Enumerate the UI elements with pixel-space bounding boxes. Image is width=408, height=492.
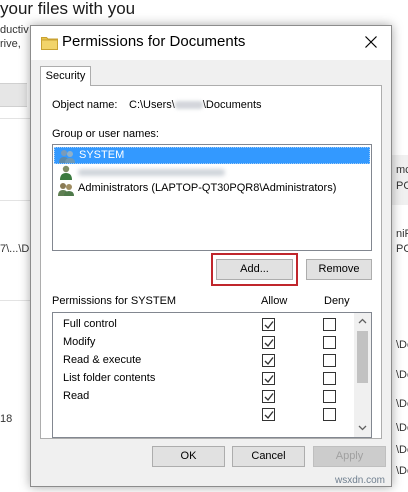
- allow-checkbox[interactable]: [262, 372, 275, 385]
- permission-row: Read: [53, 388, 353, 406]
- add-button[interactable]: Add...: [216, 259, 293, 280]
- cancel-button[interactable]: Cancel: [232, 446, 305, 467]
- scrollbar-thumb[interactable]: [357, 331, 368, 383]
- list-item-administrators[interactable]: Administrators (LAPTOP-QT30PQR8\Administ…: [54, 181, 370, 198]
- watermark: wsxdn.com: [335, 475, 386, 486]
- allow-checkbox[interactable]: [262, 408, 275, 421]
- redacted-user-name: [78, 169, 225, 176]
- background-text: 7\...\D: [0, 243, 30, 255]
- background-text: \De: [396, 444, 408, 456]
- close-icon: [365, 36, 377, 48]
- ok-button[interactable]: OK: [152, 446, 225, 467]
- scroll-down-icon[interactable]: [358, 423, 367, 432]
- permission-row: Modify: [53, 334, 353, 352]
- permission-name: Read: [63, 390, 90, 402]
- user-icon: [60, 165, 72, 180]
- users-icon: [58, 183, 74, 196]
- checkmark-icon: [264, 375, 274, 384]
- checkmark-icon: [264, 357, 274, 366]
- permissions-list[interactable]: Full control Modify Read & execute List …: [52, 312, 372, 438]
- background-text: PC: [396, 243, 408, 255]
- permissions-dialog: Permissions for Documents Security Objec…: [30, 25, 392, 487]
- group-label: Group or user names:: [52, 128, 159, 140]
- permission-name: Read & execute: [63, 354, 142, 366]
- checkmark-icon: [264, 321, 274, 330]
- permission-name: List folder contents: [63, 372, 156, 384]
- background-toolbar: [0, 83, 27, 107]
- deny-checkbox[interactable]: [323, 336, 336, 349]
- background-text: ductiv: [0, 24, 29, 36]
- object-name-label: Object name:: [52, 99, 118, 111]
- folder-icon: [41, 37, 58, 50]
- permission-name: Modify: [63, 336, 96, 348]
- allow-checkbox[interactable]: [262, 336, 275, 349]
- checkmark-icon: [264, 339, 274, 348]
- permission-row: List folder contents: [53, 370, 353, 388]
- permission-name: Full control: [63, 318, 117, 330]
- allow-checkbox[interactable]: [262, 354, 275, 367]
- user-name: SYSTEM: [79, 149, 125, 161]
- deny-header: Deny: [324, 295, 350, 307]
- object-name-value: C:\Users\ \Documents: [129, 99, 262, 111]
- apply-button[interactable]: Apply: [313, 446, 386, 467]
- redacted-username: [174, 101, 203, 110]
- deny-checkbox[interactable]: [323, 390, 336, 403]
- deny-checkbox[interactable]: [323, 354, 336, 367]
- scroll-up-icon[interactable]: [358, 317, 367, 326]
- tab-security[interactable]: Security: [40, 66, 91, 86]
- deny-checkbox[interactable]: [323, 318, 336, 331]
- deny-checkbox[interactable]: [323, 408, 336, 421]
- close-button[interactable]: [351, 26, 391, 59]
- background-text: rive,: [0, 38, 21, 50]
- background-text: mc: [396, 164, 408, 176]
- permission-row-partial: [53, 406, 353, 424]
- background-text: \De: [396, 422, 408, 434]
- background-text: \De: [396, 369, 408, 381]
- background-text: niP: [396, 228, 408, 240]
- users-icon: [59, 150, 75, 163]
- permissions-scrollbar[interactable]: [354, 313, 371, 437]
- allow-header: Allow: [261, 295, 288, 307]
- title-bar[interactable]: Permissions for Documents: [31, 26, 391, 60]
- permission-row: Full control: [53, 316, 353, 334]
- checkmark-icon: [264, 393, 274, 402]
- background-text: PC: [396, 180, 408, 192]
- background-text: 18: [0, 413, 13, 425]
- dialog-title: Permissions for Documents: [62, 33, 246, 50]
- checkmark-icon: [264, 411, 274, 420]
- remove-button[interactable]: Remove: [306, 259, 372, 280]
- allow-checkbox[interactable]: [262, 390, 275, 403]
- permissions-label: Permissions for SYSTEM: [52, 295, 177, 307]
- permission-row: Read & execute: [53, 352, 353, 370]
- background-text: \De: [396, 339, 408, 351]
- user-name: Administrators (LAPTOP-QT30PQR8\Administ…: [78, 182, 337, 194]
- list-item-system[interactable]: SYSTEM: [54, 147, 370, 164]
- background-heading: your files with you: [0, 0, 136, 18]
- security-panel: Object name: C:\Users\ \Documents Group o…: [40, 85, 382, 439]
- background-text: \De: [396, 398, 408, 410]
- list-item-user[interactable]: [54, 164, 370, 181]
- allow-checkbox[interactable]: [262, 318, 275, 331]
- user-list[interactable]: SYSTEM Administrators (LAPTOP-QT30PQR8\A…: [52, 144, 372, 251]
- background-text: \De: [396, 465, 408, 477]
- deny-checkbox[interactable]: [323, 372, 336, 385]
